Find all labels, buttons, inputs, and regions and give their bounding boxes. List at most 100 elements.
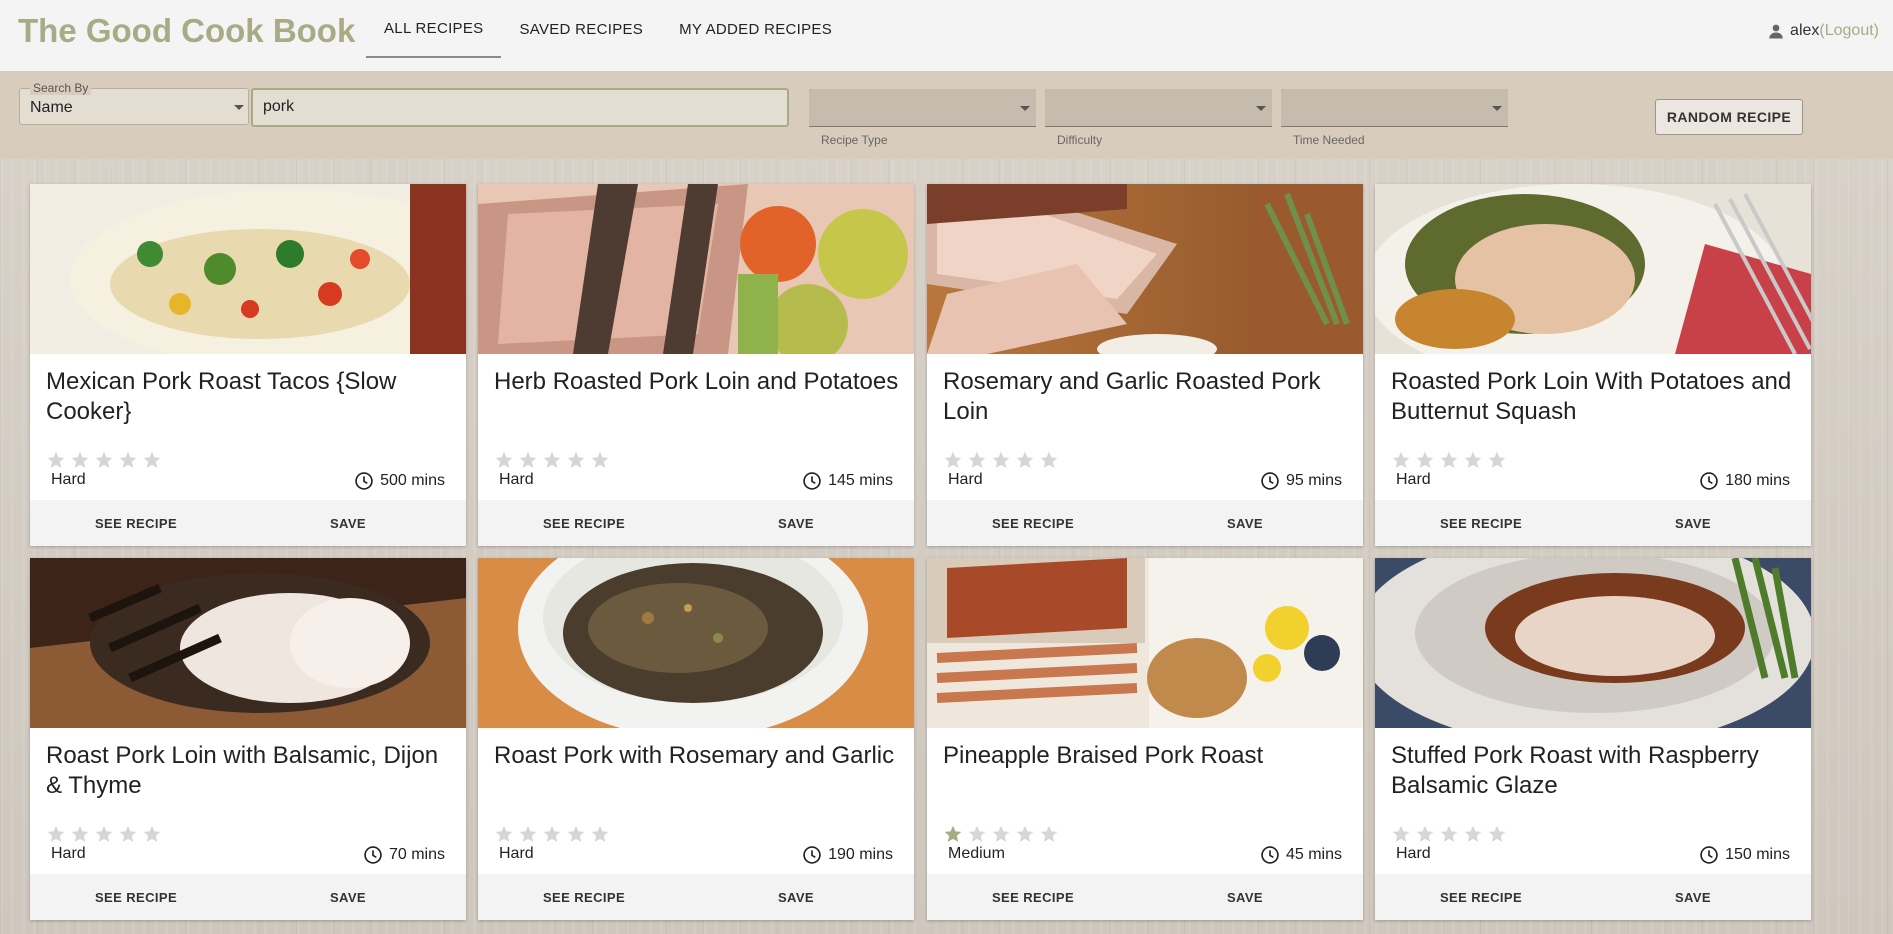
star-icon[interactable] (1439, 450, 1459, 470)
time-needed-select[interactable] (1281, 89, 1508, 127)
star-icon[interactable] (1487, 824, 1507, 844)
star-icon[interactable] (94, 824, 114, 844)
recipe-image[interactable] (478, 558, 914, 728)
time-needed: 70 mins (363, 845, 445, 865)
star-icon[interactable] (991, 824, 1011, 844)
star-icon[interactable] (943, 824, 963, 844)
save-button[interactable]: SAVE (1587, 500, 1799, 546)
card-actions: SEE RECIPE SAVE (1375, 500, 1811, 546)
tab-saved-recipes[interactable]: SAVED RECIPES (501, 0, 661, 58)
star-icon[interactable] (1463, 450, 1483, 470)
card-actions: SEE RECIPE SAVE (1375, 874, 1811, 920)
rating-stars[interactable] (943, 824, 1059, 844)
tab-all-recipes[interactable]: ALL RECIPES (366, 0, 502, 58)
star-icon[interactable] (1391, 450, 1411, 470)
star-icon[interactable] (967, 450, 987, 470)
recipe-image[interactable] (478, 184, 914, 354)
star-icon[interactable] (1487, 450, 1507, 470)
star-icon[interactable] (590, 824, 610, 844)
difficulty-text: Hard (1396, 471, 1431, 488)
star-icon[interactable] (494, 450, 514, 470)
recipe-image[interactable] (30, 558, 466, 728)
star-icon[interactable] (590, 450, 610, 470)
star-icon[interactable] (118, 824, 138, 844)
star-icon[interactable] (142, 824, 162, 844)
star-icon[interactable] (70, 824, 90, 844)
star-icon[interactable] (1391, 824, 1411, 844)
rating-stars[interactable] (943, 450, 1059, 470)
save-button[interactable]: SAVE (242, 500, 454, 546)
star-icon[interactable] (518, 824, 538, 844)
star-icon[interactable] (118, 450, 138, 470)
see-recipe-button[interactable]: SEE RECIPE (1375, 874, 1587, 920)
recipe-card: Mexican Pork Roast Tacos {Slow Cooker} H… (30, 184, 466, 546)
star-icon[interactable] (494, 824, 514, 844)
card-actions: SEE RECIPE SAVE (30, 874, 466, 920)
difficulty-text: Hard (948, 471, 983, 488)
card-actions: SEE RECIPE SAVE (927, 500, 1363, 546)
star-icon[interactable] (943, 450, 963, 470)
search-field[interactable] (251, 88, 789, 127)
save-button[interactable]: SAVE (1587, 874, 1799, 920)
star-icon[interactable] (542, 824, 562, 844)
see-recipe-button[interactable]: SEE RECIPE (30, 874, 242, 920)
save-button[interactable]: SAVE (690, 500, 902, 546)
chevron-down-icon (1256, 106, 1266, 111)
star-icon[interactable] (967, 824, 987, 844)
save-button[interactable]: SAVE (1139, 874, 1351, 920)
star-icon[interactable] (566, 450, 586, 470)
star-icon[interactable] (1415, 824, 1435, 844)
star-icon[interactable] (46, 824, 66, 844)
see-recipe-button[interactable]: SEE RECIPE (1375, 500, 1587, 546)
time-text: 190 mins (828, 846, 893, 863)
difficulty-select[interactable] (1045, 89, 1272, 127)
rating-stars[interactable] (1391, 824, 1507, 844)
star-icon[interactable] (1439, 824, 1459, 844)
chevron-down-icon (1492, 106, 1502, 111)
save-button[interactable]: SAVE (242, 874, 454, 920)
clock-icon (803, 846, 821, 864)
star-icon[interactable] (46, 450, 66, 470)
star-icon[interactable] (142, 450, 162, 470)
app-brand[interactable]: The Good Cook Book (18, 12, 355, 50)
see-recipe-button[interactable]: SEE RECIPE (478, 500, 690, 546)
search-input[interactable] (261, 97, 765, 117)
see-recipe-button[interactable]: SEE RECIPE (927, 500, 1139, 546)
recipe-image[interactable] (1375, 558, 1811, 728)
recipe-card: Stuffed Pork Roast with Raspberry Balsam… (1375, 558, 1811, 920)
recipe-title: Rosemary and Garlic Roasted Pork Loin (943, 368, 1321, 425)
search-by-select[interactable]: Search By Name (19, 81, 249, 125)
rating-stars[interactable] (1391, 450, 1507, 470)
rating-stars[interactable] (46, 824, 162, 844)
tab-my-added-recipes[interactable]: MY ADDED RECIPES (661, 0, 850, 58)
star-icon[interactable] (542, 450, 562, 470)
random-recipe-button[interactable]: RANDOM RECIPE (1655, 99, 1803, 135)
time-needed: 500 mins (354, 471, 445, 491)
see-recipe-button[interactable]: SEE RECIPE (927, 874, 1139, 920)
star-icon[interactable] (1039, 450, 1059, 470)
recipe-type-select[interactable] (809, 89, 1036, 127)
time-needed: 150 mins (1699, 845, 1790, 865)
star-icon[interactable] (94, 450, 114, 470)
logout-link[interactable]: (Logout) (1819, 22, 1879, 40)
rating-stars[interactable] (494, 824, 610, 844)
see-recipe-button[interactable]: SEE RECIPE (30, 500, 242, 546)
star-icon[interactable] (1415, 450, 1435, 470)
recipe-image[interactable] (927, 558, 1363, 728)
star-icon[interactable] (1015, 824, 1035, 844)
save-button[interactable]: SAVE (1139, 500, 1351, 546)
recipe-image[interactable] (1375, 184, 1811, 354)
rating-stars[interactable] (494, 450, 610, 470)
star-icon[interactable] (566, 824, 586, 844)
star-icon[interactable] (518, 450, 538, 470)
star-icon[interactable] (1015, 450, 1035, 470)
see-recipe-button[interactable]: SEE RECIPE (478, 874, 690, 920)
recipe-image[interactable] (927, 184, 1363, 354)
star-icon[interactable] (70, 450, 90, 470)
recipe-image[interactable] (30, 184, 466, 354)
rating-stars[interactable] (46, 450, 162, 470)
star-icon[interactable] (1463, 824, 1483, 844)
save-button[interactable]: SAVE (690, 874, 902, 920)
star-icon[interactable] (1039, 824, 1059, 844)
star-icon[interactable] (991, 450, 1011, 470)
